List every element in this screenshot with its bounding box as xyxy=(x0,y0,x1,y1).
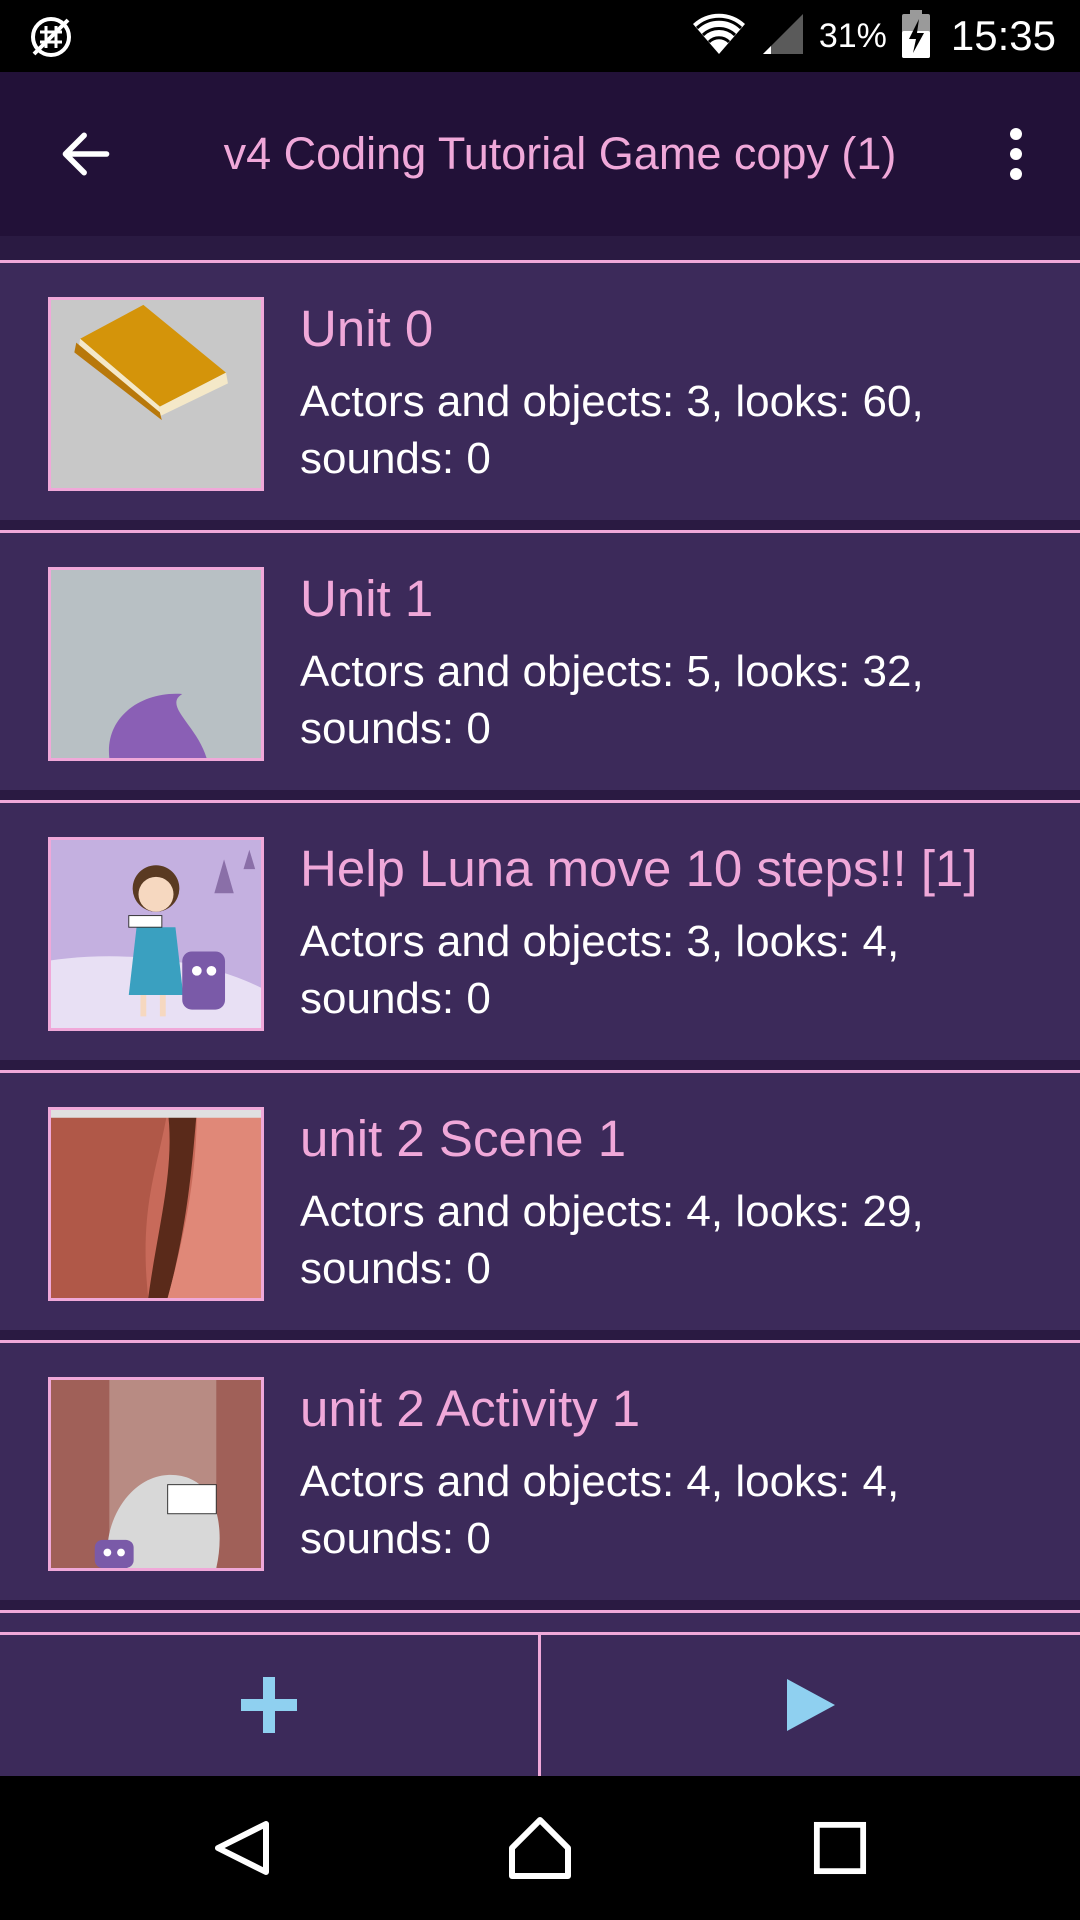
scene-list[interactable]: Unit 0 Actors and objects: 3, looks: 60,… xyxy=(0,248,1080,1632)
scene-item-unit-2-activity-1[interactable]: unit 2 Activity 1 Actors and objects: 4,… xyxy=(0,1340,1080,1600)
scene-thumbnail xyxy=(48,837,264,1031)
nav-recents-button[interactable] xyxy=(800,1808,880,1888)
scene-thumbnail xyxy=(48,567,264,761)
scene-thumbnail xyxy=(48,1377,264,1571)
app-bar-divider xyxy=(0,236,1080,248)
arrow-left-icon xyxy=(62,132,110,176)
scene-details: Actors and objects: 4, looks: 4, sounds:… xyxy=(300,1457,900,1563)
battery-charging-icon xyxy=(901,9,931,64)
recents-icon xyxy=(813,1821,867,1875)
scene-title: Unit 0 xyxy=(300,300,434,357)
scene-title: Help Luna move 10 steps!! [1] xyxy=(300,840,978,897)
back-button[interactable] xyxy=(50,118,122,190)
no-sync-icon xyxy=(28,14,74,60)
scene-title: Unit 1 xyxy=(300,570,434,627)
scene-title: unit 2 Scene 1 xyxy=(300,1110,627,1167)
scene-title: unit 2 Activity 1 xyxy=(300,1380,641,1437)
nav-back-button[interactable] xyxy=(202,1808,282,1888)
nav-home-button[interactable] xyxy=(500,1808,580,1888)
scene-details: Actors and objects: 3, looks: 4, sounds:… xyxy=(300,917,900,1023)
scene-details: Actors and objects: 3, looks: 60, sounds… xyxy=(300,377,924,483)
scene-thumbnail xyxy=(48,1107,264,1301)
back-triangle-icon xyxy=(215,1821,269,1875)
scene-details: Actors and objects: 5, looks: 32, sounds… xyxy=(300,647,924,753)
more-vertical-icon xyxy=(1010,128,1022,180)
play-icon xyxy=(786,1679,835,1731)
scene-item-unit-2-scene-1[interactable]: unit 2 Scene 1 Actors and objects: 4, lo… xyxy=(0,1070,1080,1330)
signal-icon xyxy=(761,12,805,61)
page-title: v4 Coding Tutorial Game copy (1) xyxy=(223,128,897,179)
scene-item-unit-0[interactable]: Unit 0 Actors and objects: 3, looks: 60,… xyxy=(0,260,1080,520)
scene-details: Actors and objects: 4, looks: 29, sounds… xyxy=(300,1187,924,1293)
add-scene-button[interactable] xyxy=(0,1634,538,1776)
scene-item-unit-1[interactable]: Unit 1 Actors and objects: 5, looks: 32,… xyxy=(0,530,1080,790)
overflow-menu-button[interactable] xyxy=(980,118,1052,190)
battery-percent: 31% xyxy=(818,16,887,55)
plus-icon xyxy=(241,1677,297,1733)
play-button[interactable] xyxy=(541,1634,1080,1776)
scene-thumbnail xyxy=(48,297,264,491)
home-icon xyxy=(509,1817,571,1879)
status-clock: 15:35 xyxy=(950,12,1056,59)
scene-item-partial[interactable] xyxy=(0,1610,1080,1632)
scene-item-help-luna[interactable]: Help Luna move 10 steps!! [1] Actors and… xyxy=(0,800,1080,1060)
wifi-icon xyxy=(691,12,747,61)
status-bar: 31% 15:35 xyxy=(0,0,1080,72)
